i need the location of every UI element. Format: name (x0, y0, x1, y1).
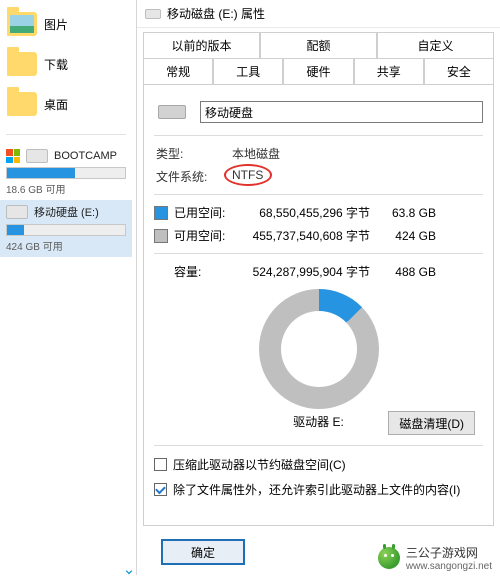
windows-logo-icon (6, 149, 20, 163)
used-label: 已用空间: (174, 204, 234, 221)
tab-panel-general: 类型: 本地磁盘 文件系统: NTFS 已用空间: 68,550,455,296 字… (143, 84, 494, 526)
folder-desktop-icon (6, 88, 38, 120)
drive-subtext: 424 GB 可用 (6, 238, 126, 253)
capacity-bar (6, 167, 126, 179)
used-gb: 63.8 GB (376, 206, 436, 220)
free-gb: 424 GB (376, 229, 436, 243)
watermark: 三公子游戏网 www.sangongzi.net (370, 541, 500, 575)
sidebar-item-downloads[interactable]: 下载 (0, 44, 132, 84)
free-label: 可用空间: (174, 227, 234, 244)
drive-icon (6, 205, 28, 219)
tab-sharing[interactable]: 共享 (354, 58, 424, 85)
sidebar-item-pictures[interactable]: 图片 (0, 4, 132, 44)
drive-icon (26, 149, 48, 163)
type-label: 类型: (156, 145, 214, 162)
sidebar-item-label: 下载 (44, 56, 68, 73)
usage-donut-chart (259, 289, 379, 409)
explorer-sidebar: 图片 下载 桌面 BOOTCAMP 18.6 GB 可用 移动硬盘 (E:) 4… (0, 0, 132, 575)
tab-customize[interactable]: 自定义 (377, 32, 494, 58)
filesystem-label: 文件系统: (156, 168, 214, 185)
compress-checkbox[interactable] (154, 458, 167, 471)
free-bytes: 455,737,540,608 字节 (240, 227, 370, 244)
tab-hardware[interactable]: 硬件 (283, 58, 353, 85)
watermark-url: www.sangongzi.net (406, 561, 492, 572)
drive-icon (158, 105, 186, 119)
drive-icon (145, 9, 161, 19)
free-swatch-icon (154, 229, 168, 243)
sidebar-item-label: 图片 (44, 16, 68, 33)
drive-item-bootcamp[interactable]: BOOTCAMP 18.6 GB 可用 (0, 145, 132, 200)
tab-general[interactable]: 常规 (143, 58, 213, 85)
filesystem-value: NTFS (232, 168, 263, 185)
capacity-label: 容量: (174, 263, 234, 280)
used-bytes: 68,550,455,296 字节 (240, 204, 370, 221)
sidebar-item-label: 桌面 (44, 96, 68, 113)
dialog-title: 移动磁盘 (E:) 属性 (167, 5, 265, 22)
tab-security[interactable]: 安全 (424, 58, 494, 85)
folder-pictures-icon (6, 8, 38, 40)
index-checkbox[interactable] (154, 483, 167, 496)
watermark-logo-icon (378, 547, 400, 569)
drive-label: 移动硬盘 (E:) (34, 204, 126, 220)
dialog-titlebar: 移动磁盘 (E:) 属性 (137, 0, 500, 28)
ok-button[interactable]: 确定 (161, 539, 245, 565)
dialog-button-row: 确定 (161, 539, 245, 565)
separator (6, 134, 126, 135)
watermark-text: 三公子游戏网 (406, 544, 492, 561)
drive-subtext: 18.6 GB 可用 (6, 181, 126, 196)
type-value: 本地磁盘 (232, 145, 280, 162)
download-arrow-icon (122, 565, 136, 579)
tab-tools[interactable]: 工具 (213, 58, 283, 85)
capacity-gb: 488 GB (376, 265, 436, 279)
capacity-bar (6, 224, 126, 236)
folder-downloads-icon (6, 48, 38, 80)
tab-list: 以前的版本 配额 自定义 常规 工具 硬件 共享 安全 (143, 32, 494, 85)
used-swatch-icon (154, 206, 168, 220)
disk-cleanup-button[interactable]: 磁盘清理(D) (388, 411, 475, 435)
properties-dialog: 移动磁盘 (E:) 属性 以前的版本 配额 自定义 常规 工具 硬件 共享 安全 (136, 0, 500, 575)
compress-label: 压缩此驱动器以节约磁盘空间(C) (173, 456, 346, 473)
index-label: 除了文件属性外，还允许索引此驱动器上文件的内容(I) (173, 481, 460, 498)
tab-previous-versions[interactable]: 以前的版本 (143, 32, 260, 58)
sidebar-item-desktop[interactable]: 桌面 (0, 84, 132, 124)
drive-label: BOOTCAMP (54, 150, 126, 162)
drive-name-input[interactable] (200, 101, 483, 123)
capacity-bytes: 524,287,995,904 字节 (240, 263, 370, 280)
tab-quota[interactable]: 配额 (260, 32, 377, 58)
drive-item-removable[interactable]: 移动硬盘 (E:) 424 GB 可用 (0, 200, 132, 257)
